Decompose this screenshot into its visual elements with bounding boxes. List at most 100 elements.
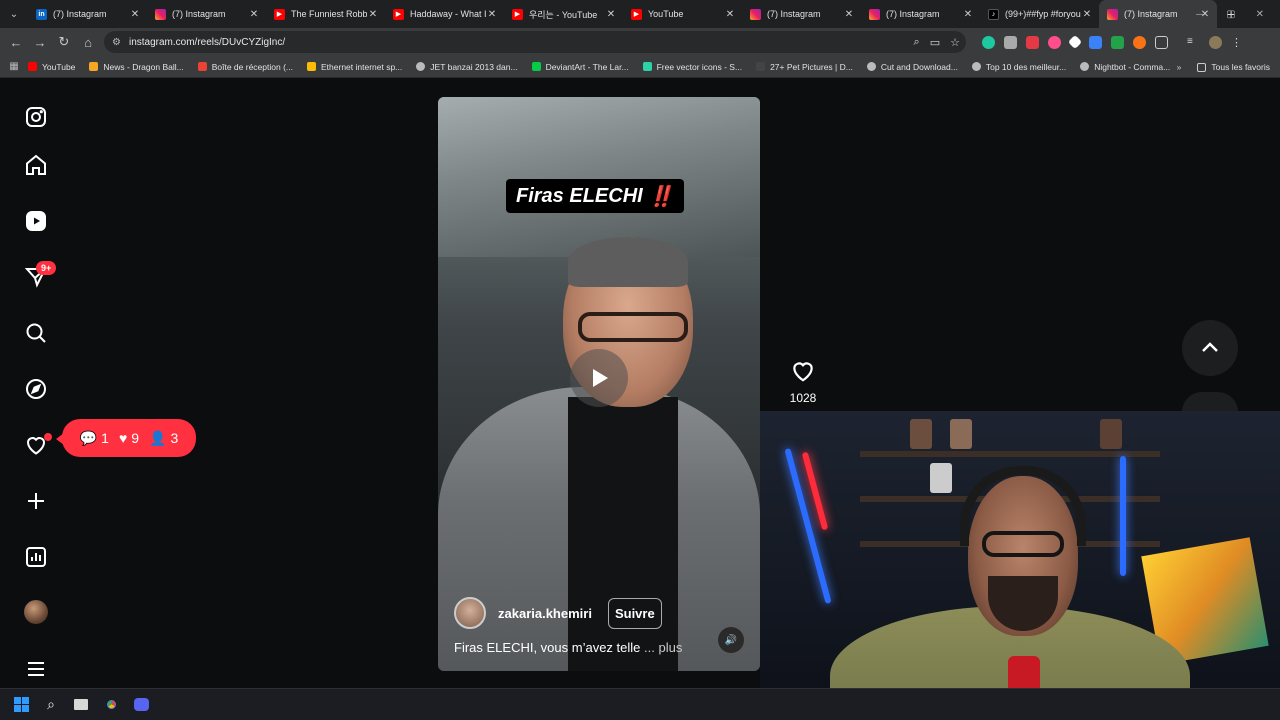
tab-search-icon[interactable]: ⌄ [0, 0, 28, 28]
bookmark-label: Top 10 des meilleur... [985, 61, 1067, 72]
like-heart-icon[interactable] [790, 358, 816, 384]
home-nav-icon[interactable] [24, 153, 48, 177]
maximize-icon[interactable]: ▢ [1226, 9, 1235, 20]
windows-start-icon[interactable] [6, 690, 36, 720]
next-reel-button[interactable] [1182, 392, 1238, 412]
all-bookmarks-folder[interactable]: Tous les favoris [1197, 62, 1270, 72]
extension-icon[interactable] [1089, 35, 1102, 49]
extensions-puzzle-icon[interactable] [1155, 35, 1168, 49]
address-bar[interactable]: ⚙ instagram.com/reels/DUvCYZigInc/ ⌕ ▭ ☆ [104, 31, 966, 53]
bookmark-label: Nightbot - Comma... [1094, 61, 1171, 72]
close-tab-icon[interactable]: ✕ [248, 9, 260, 20]
bookmark-item[interactable]: Nightbot - Comma... [1080, 62, 1170, 72]
more-bookmarks-icon[interactable]: » [1177, 62, 1182, 72]
comment-icon: 💬 [79, 429, 98, 446]
bookmark-favicon [642, 62, 652, 71]
extension-icon[interactable] [1111, 35, 1124, 49]
bookmark-item[interactable]: Top 10 des meilleur... [971, 61, 1067, 72]
neon-light [1120, 456, 1126, 576]
close-tab-icon[interactable]: ✕ [1081, 9, 1093, 20]
file-explorer-icon[interactable] [66, 690, 96, 720]
discord-icon[interactable] [126, 690, 156, 720]
close-tab-icon[interactable]: ✕ [129, 9, 141, 20]
profile-avatar[interactable] [24, 600, 48, 624]
author-username[interactable]: zakaria.khemiri [498, 606, 592, 621]
bookmark-favicon [416, 62, 426, 71]
browser-menu-icon[interactable]: ⋮ [1231, 36, 1242, 49]
reel-title-emoji: ‼️ [648, 185, 674, 208]
close-tab-icon[interactable]: ✕ [367, 9, 379, 20]
extensions-area: ≡ ⋮ [982, 31, 1242, 53]
instagram-logo-icon[interactable] [24, 105, 48, 129]
minimize-icon[interactable]: — [1196, 9, 1206, 20]
reels-nav-icon[interactable] [24, 209, 48, 233]
tab-0[interactable]: in (7) Instagram ✕ [28, 0, 147, 28]
reel-caption[interactable]: Firas ELECHI, vous m’avez telle ... plus [454, 640, 682, 655]
bookmark-star-icon[interactable]: ☆ [950, 36, 960, 49]
close-tab-icon[interactable]: ✕ [486, 9, 498, 20]
cast-icon[interactable]: ▭ [930, 36, 940, 49]
notification-summary-pill[interactable]: 💬 1 ♥ 9 👤 3 [62, 419, 196, 457]
volume-icon[interactable]: 🔊 [718, 627, 744, 653]
home-icon[interactable]: ⌂ [76, 30, 100, 54]
camera-icon[interactable] [1004, 35, 1017, 49]
webcam-overlay [760, 411, 1280, 713]
tab-6[interactable]: (7) Instagram ✕ [742, 0, 861, 28]
extension-icon[interactable] [1026, 35, 1039, 49]
author-avatar[interactable] [454, 597, 486, 629]
profile-avatar[interactable] [1209, 35, 1222, 49]
tab-2[interactable]: ▶ The Funniest Robbe ✕ [266, 0, 385, 28]
extension-icon[interactable] [1133, 35, 1146, 49]
bookmark-item[interactable]: 27+ Pet Pictures | D... [756, 62, 853, 72]
chrome-icon[interactable] [96, 690, 126, 720]
forward-icon[interactable]: → [28, 30, 52, 54]
bookmark-item[interactable]: Cut and Download... [866, 62, 958, 72]
follow-button[interactable]: Suivre [607, 597, 662, 629]
reload-icon[interactable]: ↻ [52, 30, 76, 54]
video-subject-sweater [568, 397, 678, 671]
back-icon[interactable]: ← [4, 30, 28, 54]
reading-list-icon[interactable]: ≡ [1187, 36, 1200, 49]
zoom-icon[interactable]: ⌕ [914, 36, 920, 49]
caption-text: Firas ELECHI, vous m’avez telle [454, 640, 641, 655]
create-plus-icon[interactable] [24, 489, 48, 513]
close-tab-icon[interactable]: ✕ [962, 9, 974, 20]
close-tab-icon[interactable]: ✕ [724, 9, 736, 20]
close-tab-icon[interactable]: ✕ [605, 9, 617, 20]
explore-nav-icon[interactable] [24, 377, 48, 401]
tab-1[interactable]: (7) Instagram ✕ [147, 0, 266, 28]
tab-7[interactable]: (7) Instagram ✕ [861, 0, 980, 28]
caption-more-link[interactable]: ... plus [644, 640, 682, 655]
bookmark-favicon [28, 62, 37, 71]
search-icon[interactable]: ⌕ [36, 690, 66, 720]
bookmark-item[interactable]: DeviantArt - The Lar... [531, 62, 629, 72]
reel-video[interactable]: Firas ELECHI ‼️ zakaria.khemiri Suivre F… [438, 97, 760, 671]
bookmark-item[interactable]: Boîte de réception (... [197, 62, 293, 72]
bookmark-label: Ethernet internet sp... [321, 61, 403, 72]
extension-icon[interactable] [982, 35, 995, 49]
tab-3[interactable]: ▶ Haddaway - What I ✕ [385, 0, 504, 28]
extension-icon[interactable] [1067, 34, 1083, 50]
tab-4[interactable]: ▶ 우리는 - YouTube ✕ [504, 0, 623, 28]
more-menu-icon[interactable] [24, 657, 48, 681]
tab-title: Haddaway - What I [410, 9, 486, 19]
tab-8[interactable]: ♪ (99+)##fyp #foryou ✕ [980, 0, 1099, 28]
apps-grid-icon[interactable]: ▦ [0, 61, 28, 72]
reel-title-text: Firas ELECHI [516, 184, 643, 207]
search-nav-icon[interactable] [24, 321, 48, 345]
like-action: 1028 [786, 358, 820, 405]
bookmark-item[interactable]: News - Dragon Ball... [89, 62, 184, 72]
window-controls: — ▢ ✕ [1196, 0, 1280, 28]
site-info-icon[interactable]: ⚙ [112, 37, 121, 48]
tab-5[interactable]: ▶ YouTube ✕ [623, 0, 742, 28]
close-window-icon[interactable]: ✕ [1256, 9, 1264, 20]
previous-reel-button[interactable] [1182, 320, 1238, 376]
bookmark-item[interactable]: JET banzai 2013 dan... [416, 62, 518, 72]
close-tab-icon[interactable]: ✕ [843, 9, 855, 20]
bookmark-item[interactable]: YouTube [28, 62, 75, 72]
bookmark-item[interactable]: Ethernet internet sp... [307, 62, 402, 72]
extension-icon[interactable] [1048, 35, 1061, 49]
play-button[interactable] [570, 349, 628, 407]
dashboard-chart-icon[interactable] [24, 545, 48, 569]
bookmark-item[interactable]: Free vector icons - S... [642, 62, 742, 72]
